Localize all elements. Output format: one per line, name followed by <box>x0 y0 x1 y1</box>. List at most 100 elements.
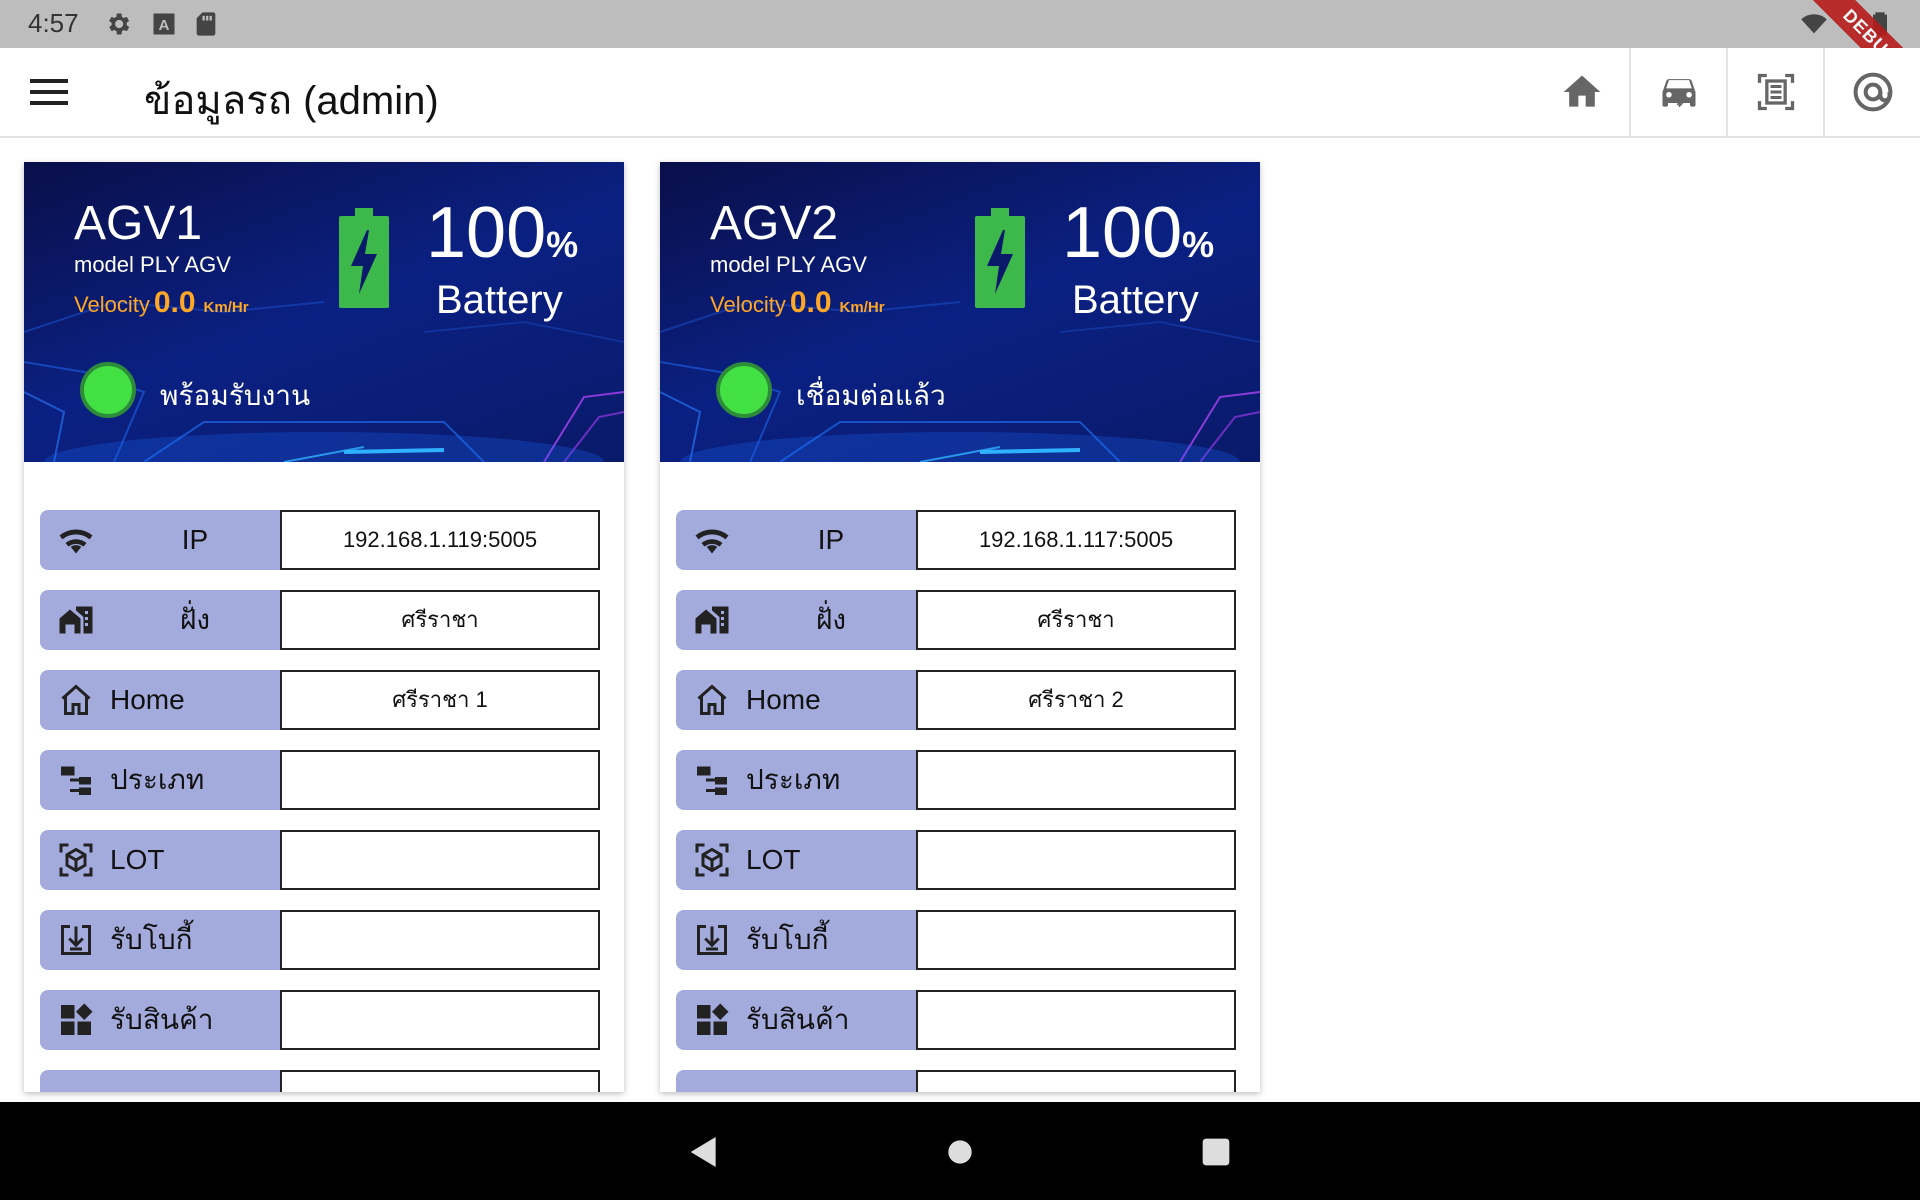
detail-row: ฝั่ง ศรีราชา <box>40 590 600 650</box>
agv-header: AGV2 model PLY AGV Velocity 0.0 Km/Hr 100% Bat… <box>660 162 1260 462</box>
status-bar: 4:57 A <box>0 0 1920 48</box>
velocity-label: Velocity <box>74 292 150 317</box>
detail-value <box>916 750 1236 810</box>
widgets-icon <box>56 1002 96 1038</box>
back-icon[interactable] <box>684 1132 724 1172</box>
detail-value: ศรีราชา 1 <box>280 670 600 730</box>
car-button[interactable] <box>1629 48 1726 136</box>
detail-value: 192.168.1.119:5005 <box>280 510 600 570</box>
detail-label-box: ฝั่ง <box>40 590 280 650</box>
status-text: พร้อมรับงาน <box>160 380 311 411</box>
velocity-value: 0.0 <box>153 286 196 319</box>
svg-text:A: A <box>159 17 170 34</box>
settings-icon <box>109 13 130 35</box>
velocity-label: Velocity <box>710 292 786 317</box>
page-title: ข้อมูลรถ (admin) <box>144 79 439 123</box>
a-notification-icon: A <box>153 13 175 35</box>
detail-label: ฝั่ง <box>815 604 847 635</box>
detail-label: IP <box>817 524 845 555</box>
content-area: AGV1 model PLY AGV Velocity 0.0 Km/Hr 100% Bat… <box>0 138 1920 1102</box>
building-icon <box>692 602 732 638</box>
detail-row: IP 192.168.1.119:5005 <box>40 510 600 570</box>
detail-value <box>280 1070 600 1092</box>
wifi-icon <box>692 522 732 558</box>
battery-percentage: 100% <box>426 192 578 274</box>
agv-velocity: Velocity 0.0 Km/Hr <box>74 286 249 320</box>
detail-label: ฝั่ง <box>179 604 211 635</box>
detail-label: Home <box>746 684 821 715</box>
detail-label-box: IP <box>40 510 280 570</box>
detail-label-box: ประเภท <box>40 750 280 810</box>
app-bar-actions <box>1534 48 1920 136</box>
detail-label-box: ฝั่ง <box>676 590 916 650</box>
velocity-unit: Km/Hr <box>203 299 249 316</box>
detail-row: รับโบกี้ <box>40 910 600 970</box>
detail-row: รับสินค้า <box>40 990 600 1050</box>
detail-value: ศรีราชา <box>280 590 600 650</box>
detail-label-box: LOT <box>40 830 280 890</box>
box-scan-icon <box>56 842 96 878</box>
hierarchy-icon <box>692 762 732 798</box>
battery-value: 100 <box>1062 193 1183 273</box>
velocity-value: 0.0 <box>789 286 832 319</box>
detail-label: รับสินค้า <box>746 1004 850 1035</box>
detail-value <box>280 830 600 890</box>
detail-label-box: รับโบกี้ <box>40 910 280 970</box>
menu-icon[interactable] <box>30 70 80 114</box>
agv-name: AGV1 <box>74 197 203 250</box>
sd-card-icon <box>196 12 216 36</box>
agv-name: AGV2 <box>710 197 839 250</box>
detail-row: LOT <box>40 830 600 890</box>
agv-velocity: Velocity 0.0 Km/Hr <box>710 286 885 320</box>
detail-label-box: รับสินค้า <box>676 990 916 1050</box>
battery-charging-icon <box>339 208 389 308</box>
detail-label-box: LOT <box>676 830 916 890</box>
detail-value <box>916 1070 1236 1092</box>
wifi-icon <box>56 522 96 558</box>
detail-row-partial <box>40 1070 600 1092</box>
widgets-icon <box>692 1002 732 1038</box>
detail-label-box: รับสินค้า <box>40 990 280 1050</box>
status-time: 4:57 <box>28 8 79 38</box>
detail-label: LOT <box>110 844 165 875</box>
detail-value: ศรีราชา <box>916 590 1236 650</box>
detail-value: 192.168.1.117:5005 <box>916 510 1236 570</box>
detail-label-box: Home <box>676 670 916 730</box>
target-button[interactable] <box>1823 48 1920 136</box>
detail-value <box>916 990 1236 1050</box>
battery-label: Battery <box>436 278 563 322</box>
status-text: เชื่อมต่อแล้ว <box>796 380 946 411</box>
home-button[interactable] <box>1534 48 1629 136</box>
box-scan-icon <box>692 842 732 878</box>
battery-label: Battery <box>1072 278 1199 322</box>
home-circle-icon[interactable] <box>940 1132 980 1172</box>
velocity-unit: Km/Hr <box>839 299 885 316</box>
building-icon <box>56 602 96 638</box>
detail-row: Home ศรีราชา 1 <box>40 670 600 730</box>
detail-row: รับสินค้า <box>676 990 1236 1050</box>
recents-icon[interactable] <box>1196 1132 1236 1172</box>
battery-percentage: 100% <box>1062 192 1214 274</box>
detail-label-box: รับโบกี้ <box>676 910 916 970</box>
detail-value <box>280 910 600 970</box>
home-icon <box>1563 75 1600 107</box>
detail-row: รับโบกี้ <box>676 910 1236 970</box>
detail-label-box <box>40 1070 280 1092</box>
detail-label: รับโบกี้ <box>110 924 193 955</box>
agv-card[interactable]: AGV2 model PLY AGV Velocity 0.0 Km/Hr 100% Bat… <box>660 162 1260 1092</box>
battery-percent-sign: % <box>546 224 579 265</box>
detail-label-box <box>676 1070 916 1092</box>
home-outline-icon <box>692 682 732 718</box>
detail-label: IP <box>181 524 209 555</box>
document-scan-button[interactable] <box>1726 48 1823 136</box>
detail-row-partial <box>676 1070 1236 1092</box>
download-box-icon <box>692 922 732 958</box>
at-target-icon <box>1853 72 1892 112</box>
agv-card[interactable]: AGV1 model PLY AGV Velocity 0.0 Km/Hr 100% Bat… <box>24 162 624 1092</box>
detail-row: ประเภท <box>40 750 600 810</box>
detail-label: Home <box>110 684 185 715</box>
status-indicator <box>716 362 772 418</box>
detail-row: Home ศรีราชา 2 <box>676 670 1236 730</box>
detail-label: ประเภท <box>746 764 841 795</box>
agv-model: model PLY AGV <box>74 252 231 277</box>
